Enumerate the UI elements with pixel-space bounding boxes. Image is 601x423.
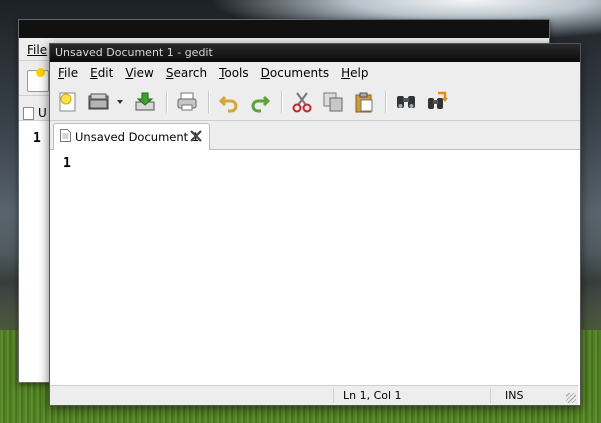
statusbar-divider: [333, 388, 334, 403]
window-title[interactable]: Unsaved Document 1 - gedit: [50, 44, 580, 62]
open-folder-icon[interactable]: [87, 90, 111, 114]
resize-grip[interactable]: [566, 393, 576, 403]
document-tabbar: Unsaved Document 1: [50, 121, 580, 150]
find-icon[interactable]: [394, 90, 418, 114]
document-icon: [23, 107, 34, 120]
toolbar-separator: [281, 91, 282, 113]
background-document-tab[interactable]: U: [23, 106, 47, 120]
text-editor-area[interactable]: 1: [50, 151, 578, 384]
menu-edit[interactable]: Edit: [84, 66, 119, 80]
background-window-titlebar[interactable]: [19, 20, 549, 38]
menu-search[interactable]: Search: [160, 66, 213, 80]
background-menu-file[interactable]: File: [27, 43, 47, 57]
find-replace-icon[interactable]: [425, 90, 449, 114]
new-document-icon[interactable]: [27, 68, 49, 92]
cursor-position: Ln 1, Col 1: [343, 389, 402, 402]
toolbar-separator: [208, 91, 209, 113]
copy-icon[interactable]: [321, 90, 345, 114]
background-tab-label: U: [38, 106, 47, 120]
new-document-icon[interactable]: [56, 90, 80, 114]
toolbar-separator: [166, 91, 167, 113]
menu-view[interactable]: View: [119, 66, 159, 80]
undo-icon[interactable]: [217, 90, 241, 114]
close-tab-icon[interactable]: [189, 129, 203, 143]
document-tab-label: Unsaved Document 1: [75, 130, 200, 144]
menu-tools[interactable]: Tools: [213, 66, 255, 80]
save-icon[interactable]: [133, 90, 157, 114]
menu-help[interactable]: Help: [335, 66, 374, 80]
document-icon: [60, 129, 71, 145]
cut-icon[interactable]: [290, 90, 314, 114]
gedit-window[interactable]: Unsaved Document 1 - gedit File Edit Vie…: [49, 43, 581, 406]
menu-file[interactable]: File: [52, 66, 84, 80]
insert-mode: INS: [505, 389, 524, 402]
toolbar: [50, 84, 580, 121]
statusbar: Ln 1, Col 1 INS: [50, 385, 578, 405]
line-number: 1: [63, 156, 71, 171]
background-line-number: 1: [33, 131, 41, 146]
document-tab[interactable]: Unsaved Document 1: [53, 123, 210, 150]
open-recent-dropdown-icon[interactable]: [113, 90, 127, 114]
paste-icon[interactable]: [352, 90, 376, 114]
print-icon[interactable]: [175, 90, 199, 114]
toolbar-separator: [385, 91, 386, 113]
menubar: File Edit View Search Tools Documents He…: [50, 62, 580, 84]
redo-icon[interactable]: [248, 90, 272, 114]
statusbar-divider: [490, 388, 491, 403]
menu-documents[interactable]: Documents: [255, 66, 335, 80]
